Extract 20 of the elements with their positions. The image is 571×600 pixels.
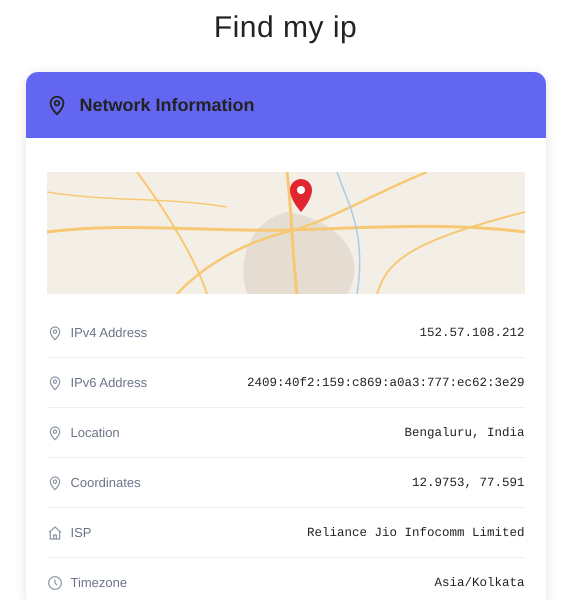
location-pin-icon bbox=[46, 474, 62, 490]
home-icon bbox=[46, 524, 62, 540]
info-value: Asia/Kolkata bbox=[434, 576, 524, 590]
info-value: 12.9753, 77.591 bbox=[412, 476, 524, 490]
location-pin-icon bbox=[46, 374, 62, 390]
info-value: 152.57.108.212 bbox=[419, 326, 524, 340]
clock-icon bbox=[46, 574, 62, 590]
info-label: Coordinates bbox=[70, 475, 141, 490]
location-pin-icon bbox=[46, 324, 62, 340]
location-pin-icon bbox=[46, 424, 62, 440]
info-label: IPv6 Address bbox=[70, 375, 148, 390]
info-label: IPv4 Address bbox=[70, 325, 148, 340]
info-value: Bengaluru, India bbox=[404, 426, 524, 440]
page-title: Find my ip bbox=[214, 10, 358, 46]
card-title: Network Information bbox=[80, 94, 255, 116]
info-label: ISP bbox=[70, 525, 92, 540]
info-value: Reliance Jio Infocomm Limited bbox=[306, 526, 524, 540]
info-label: Timezone bbox=[70, 575, 128, 590]
info-value: 2409:40f2:159:c869:a0a3:777:ec62:3e29 bbox=[246, 376, 524, 390]
info-label: Location bbox=[70, 425, 120, 440]
